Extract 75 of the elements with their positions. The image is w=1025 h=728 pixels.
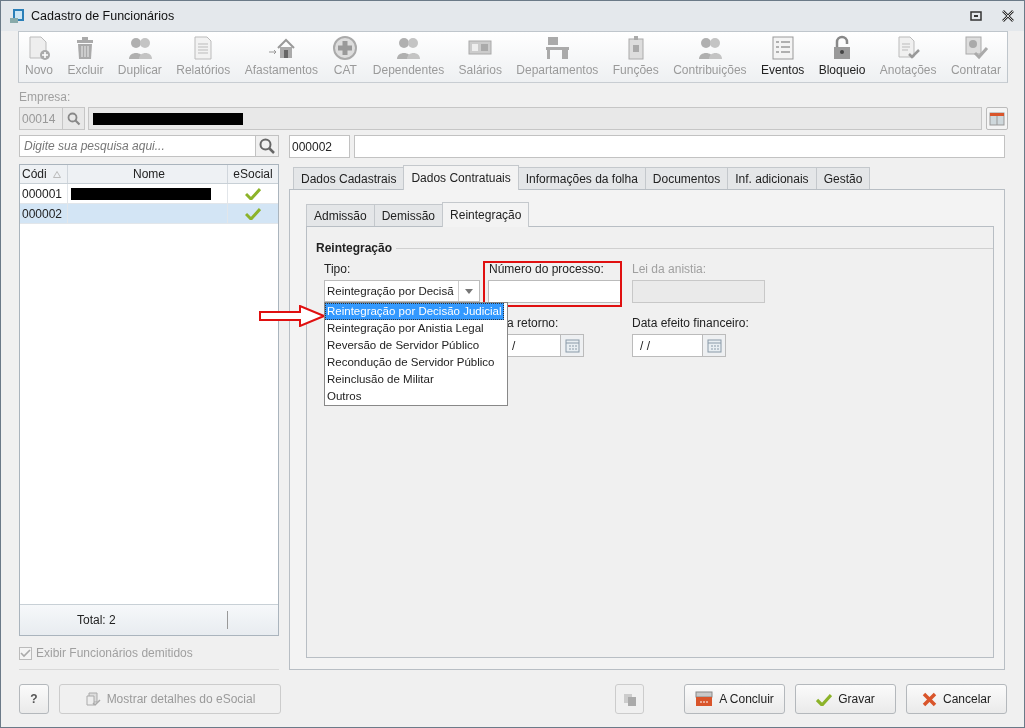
caret-icon (465, 288, 473, 294)
date-field[interactable]: / (507, 334, 561, 357)
column-header[interactable]: eSocial (228, 165, 278, 183)
certificate-icon (962, 35, 989, 61)
calendar-button[interactable] (703, 334, 726, 357)
people-icon (395, 35, 422, 61)
layout-button[interactable] (986, 107, 1008, 130)
type-dropdown[interactable]: Reintegração por Decisã (324, 280, 480, 302)
toolbar-button[interactable]: Eventos (758, 32, 807, 82)
table-row[interactable]: 000002 (20, 204, 278, 224)
tab[interactable]: Demissão (373, 204, 444, 226)
check-icon (816, 692, 833, 706)
field-label: Lei da anistia: (632, 261, 708, 277)
dropdown-option[interactable]: Outros (325, 388, 504, 405)
tab[interactable]: Reintegração (442, 202, 530, 227)
window-icon (989, 111, 1005, 126)
save-button[interactable]: Gravar (795, 684, 896, 714)
desk-icon (543, 35, 572, 61)
date-field[interactable]: / / (632, 334, 703, 357)
dropdown-option[interactable]: Reversão de Servidor Público (325, 337, 504, 354)
search-button[interactable] (256, 135, 279, 157)
search-icon (66, 111, 81, 126)
table-cell: 000002 (20, 204, 68, 223)
process-number-field[interactable] (488, 280, 621, 303)
group-title: Reintegração (316, 241, 393, 255)
new-document-icon (26, 35, 52, 61)
employee-name-field[interactable] (354, 135, 1005, 158)
copy-button[interactable] (615, 684, 644, 714)
restore-icon[interactable] (970, 11, 982, 21)
table-cell: 000001 (20, 184, 68, 203)
tab[interactable]: Gestão (815, 167, 871, 189)
calendar-icon (706, 338, 722, 353)
field-label: Número do processo: (488, 261, 605, 277)
toolbar-button[interactable]: Bloqueio (816, 32, 868, 82)
company-name-field[interactable] (88, 107, 982, 130)
column-header[interactable]: Nome (68, 165, 228, 183)
dropdown-option[interactable]: Reintegração por Anistia Legal (325, 320, 504, 337)
tab[interactable]: Dados Contratuais (403, 165, 519, 190)
plus-circle-icon (332, 35, 359, 61)
document-icon (9, 8, 25, 24)
calendar-button[interactable] (561, 334, 584, 357)
help-button[interactable]: ? (19, 684, 49, 714)
list-icon (769, 35, 796, 61)
search-icon (259, 138, 275, 154)
dropdown-option[interactable]: Reinclusão de Militar (325, 371, 504, 388)
tab[interactable]: Admissão (306, 204, 375, 226)
field-label: Data efeito financeiro: (632, 315, 750, 331)
column-header[interactable]: Códi (20, 165, 68, 183)
documents-icon (84, 691, 101, 707)
employee-code-field[interactable]: 000002 (289, 135, 350, 158)
sort-icon (52, 170, 61, 178)
amnesty-law-field[interactable] (632, 280, 765, 303)
dropdown-option[interactable]: Recondução de Servidor Público (325, 354, 504, 371)
close-icon[interactable] (1002, 10, 1014, 22)
conclude-button[interactable]: A Concluir (684, 684, 785, 714)
close-icon (922, 691, 937, 707)
tab[interactable]: Dados Cadastrais (293, 167, 405, 189)
company-label: Empresa: (19, 89, 72, 105)
search-button[interactable] (63, 107, 85, 130)
checkmark-icon (20, 648, 31, 658)
field-label: Tipo: (324, 261, 352, 277)
calendar-icon (564, 338, 580, 353)
tab[interactable]: Informações da folha (517, 167, 646, 189)
total-count: Total: 2 (77, 613, 116, 627)
document-check-icon (895, 35, 922, 61)
field-label: a retorno: (507, 315, 560, 331)
window-title: Cadastro de Funcionários (31, 9, 175, 23)
pages-icon (621, 691, 638, 707)
register-icon (695, 691, 714, 707)
search-field[interactable]: Digite sua pesquisa aqui... (19, 135, 256, 157)
tab[interactable]: Documentos (644, 167, 729, 189)
tab[interactable]: Inf. adicionais (727, 167, 817, 189)
people-icon (126, 35, 153, 61)
people-icon (696, 35, 723, 61)
cancel-button[interactable]: Cancelar (906, 684, 1007, 714)
